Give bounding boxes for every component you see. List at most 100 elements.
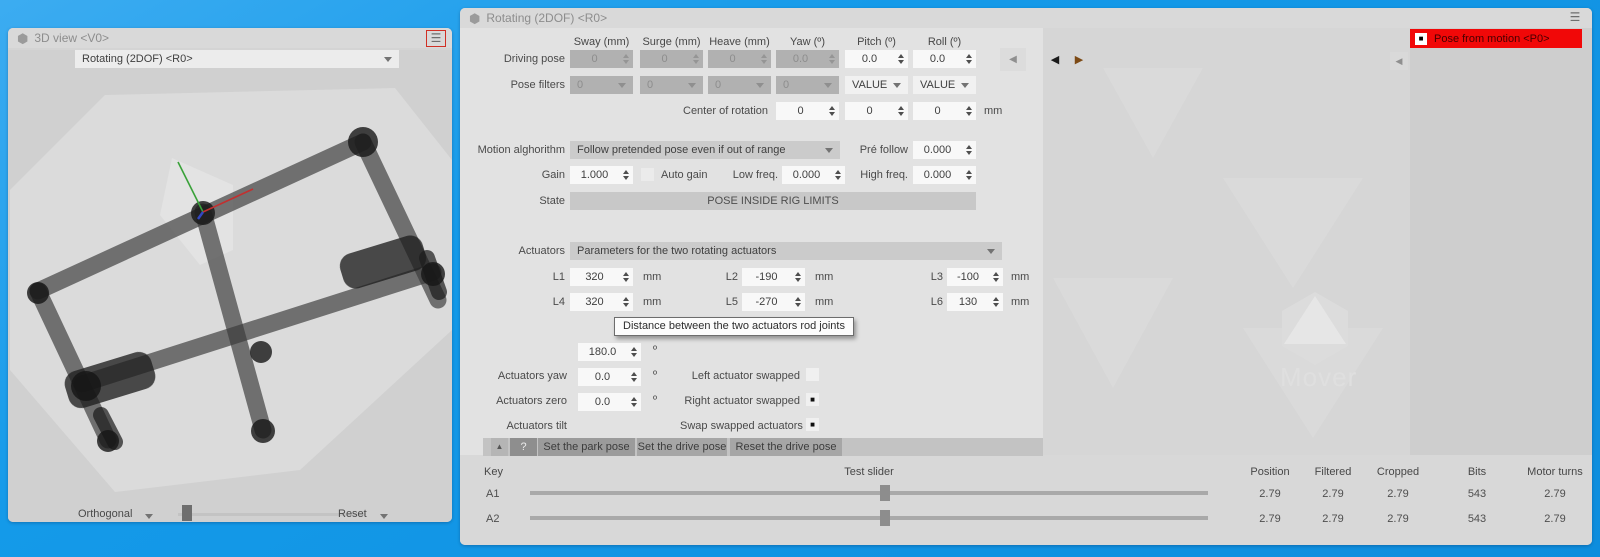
filter-pitch-dropdown[interactable]: VALUE [845, 76, 908, 94]
filter-roll-dropdown[interactable]: VALUE [913, 76, 976, 94]
swap-swapped-actuators-checkbox[interactable]: ■ [806, 418, 819, 431]
step-back-button[interactable]: ◀ [1048, 52, 1062, 68]
driving-roll-spinbox[interactable]: 0.0 [913, 50, 976, 68]
collapse-toolbar-button[interactable]: ▲ [491, 438, 508, 456]
spin-down-icon[interactable] [898, 60, 904, 64]
spin-up-icon[interactable] [631, 372, 637, 376]
spinner-arrows[interactable] [791, 268, 805, 286]
rig-menu-icon[interactable]: ☰ [1566, 10, 1584, 25]
actuators-zero-spinbox[interactable]: 0.0 [578, 368, 641, 386]
l5-spinbox[interactable]: -270 [742, 293, 805, 311]
actuators-tilt-spinbox[interactable]: 0.0 [578, 393, 641, 411]
rig-selector-dropdown[interactable]: Rotating (2DOF) <R0> [75, 50, 399, 68]
spin-up-icon[interactable] [993, 272, 999, 276]
spin-up-icon[interactable] [623, 272, 629, 276]
test-slider-a2-handle[interactable] [880, 510, 890, 526]
collapse-left-panel-button[interactable]: ◀ [1000, 48, 1026, 71]
spinner-arrows[interactable] [962, 166, 976, 184]
low-freq-spinbox[interactable]: 0.000 [782, 166, 845, 184]
spin-down-icon[interactable] [631, 378, 637, 382]
collapse-right-panel-button[interactable]: ◀ [1390, 52, 1408, 70]
spin-up-icon[interactable] [966, 145, 972, 149]
reset-dropdown-arrow-icon[interactable] [380, 514, 388, 519]
spin-up-icon[interactable] [993, 297, 999, 301]
spin-up-icon[interactable] [898, 106, 904, 110]
left-actuator-swapped-checkbox[interactable] [806, 368, 819, 381]
spinner-arrows[interactable] [962, 102, 976, 120]
high-freq-spinbox[interactable]: 0.000 [913, 166, 976, 184]
spinner-arrows[interactable] [825, 102, 839, 120]
projection-dropdown-arrow-icon[interactable] [145, 514, 153, 519]
set-park-pose-button[interactable]: Set the park pose [538, 438, 635, 456]
test-slider-a1-handle[interactable] [880, 485, 890, 501]
3d-view-titlebar[interactable]: ⬢ 3D view <V0> [8, 28, 452, 48]
pose-from-motion-checkbox[interactable]: ■ [1415, 33, 1427, 45]
l3-spinbox[interactable]: -100 [947, 268, 1003, 286]
spin-up-icon[interactable] [795, 272, 801, 276]
spin-down-icon[interactable] [795, 278, 801, 282]
spin-up-icon[interactable] [631, 347, 637, 351]
spin-down-icon[interactable] [631, 403, 637, 407]
spinner-arrows[interactable] [962, 141, 976, 159]
pre-follow-spinbox[interactable]: 0.000 [913, 141, 976, 159]
spin-up-icon[interactable] [898, 54, 904, 58]
spinner-arrows[interactable] [619, 268, 633, 286]
spin-down-icon[interactable] [631, 353, 637, 357]
spin-up-icon[interactable] [795, 297, 801, 301]
reset-drive-pose-button[interactable]: Reset the drive pose [730, 438, 842, 456]
set-drive-pose-button[interactable]: Set the drive pose [637, 438, 727, 456]
spin-down-icon[interactable] [966, 176, 972, 180]
right-actuator-swapped-checkbox[interactable]: ■ [806, 393, 819, 406]
l6-spinbox[interactable]: 130 [947, 293, 1003, 311]
spin-down-icon[interactable] [623, 303, 629, 307]
spin-down-icon[interactable] [829, 112, 835, 116]
spinner-arrows[interactable] [989, 293, 1003, 311]
3d-viewport[interactable] [8, 50, 452, 522]
spin-down-icon[interactable] [966, 112, 972, 116]
spin-down-icon[interactable] [898, 112, 904, 116]
spinner-arrows[interactable] [989, 268, 1003, 286]
3d-view-menu-icon[interactable]: ☰ [426, 30, 446, 47]
spin-down-icon[interactable] [795, 303, 801, 307]
spin-up-icon[interactable] [966, 170, 972, 174]
spin-down-icon[interactable] [623, 278, 629, 282]
test-slider-a2[interactable] [530, 516, 1208, 520]
spin-up-icon[interactable] [631, 397, 637, 401]
spin-down-icon[interactable] [966, 151, 972, 155]
spinner-arrows[interactable] [627, 368, 641, 386]
spin-down-icon[interactable] [966, 60, 972, 64]
projection-select[interactable]: Orthogonal [78, 508, 132, 520]
help-button[interactable]: ? [510, 438, 537, 456]
spin-up-icon[interactable] [829, 106, 835, 110]
reset-view-select[interactable]: Reset [338, 508, 367, 520]
center-y-spinbox[interactable]: 0 [845, 102, 908, 120]
gain-spinbox[interactable]: 1.000 [570, 166, 633, 184]
center-x-spinbox[interactable]: 0 [776, 102, 839, 120]
spin-up-icon[interactable] [966, 54, 972, 58]
spin-up-icon[interactable] [623, 170, 629, 174]
test-slider-a1[interactable] [530, 491, 1208, 495]
spinner-arrows[interactable] [619, 293, 633, 311]
spin-down-icon[interactable] [623, 176, 629, 180]
actuators-preset-dropdown[interactable]: Parameters for the two rotating actuator… [570, 242, 1002, 260]
rig-titlebar[interactable]: ⬢ Rotating (2DOF) <R0> [460, 8, 1592, 28]
auto-gain-checkbox[interactable] [641, 168, 654, 181]
spinner-arrows[interactable] [619, 166, 633, 184]
l1-spinbox[interactable]: 320 [570, 268, 633, 286]
view-zoom-slider-handle[interactable] [182, 505, 192, 521]
step-forward-button[interactable]: ▶ [1072, 52, 1086, 68]
motion-algorithm-dropdown[interactable]: Follow pretended pose even if out of ran… [570, 141, 840, 159]
spinner-arrows[interactable] [894, 102, 908, 120]
spinner-arrows[interactable] [627, 343, 641, 361]
driving-pitch-spinbox[interactable]: 0.0 [845, 50, 908, 68]
spinner-arrows[interactable] [627, 393, 641, 411]
pose-from-motion-badge[interactable]: ■ Pose from motion <P0> [1410, 29, 1582, 48]
spin-down-icon[interactable] [993, 278, 999, 282]
spin-up-icon[interactable] [623, 297, 629, 301]
l4-spinbox[interactable]: 320 [570, 293, 633, 311]
spinner-arrows[interactable] [962, 50, 976, 68]
spin-down-icon[interactable] [993, 303, 999, 307]
center-z-spinbox[interactable]: 0 [913, 102, 976, 120]
spinner-arrows[interactable] [894, 50, 908, 68]
spin-up-icon[interactable] [966, 106, 972, 110]
